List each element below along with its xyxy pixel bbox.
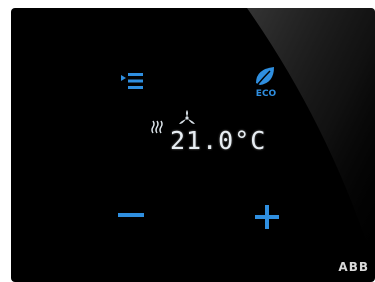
thermostat-panel: ECO 21.0°C ABB	[11, 8, 375, 282]
decrease-button[interactable]	[111, 204, 151, 228]
eco-button[interactable]: ECO	[247, 62, 285, 100]
leaf-icon: ECO	[256, 67, 277, 99]
minus-icon	[118, 213, 144, 217]
brand-logo: ABB	[338, 260, 369, 274]
menu-list-icon	[121, 73, 143, 89]
temperature-readout: 21.0°C	[170, 126, 267, 155]
increase-button[interactable]	[247, 200, 287, 234]
eco-label: ECO	[256, 89, 277, 99]
heating-waves-icon	[151, 120, 163, 134]
menu-button[interactable]	[117, 68, 147, 94]
plus-icon	[255, 205, 279, 229]
